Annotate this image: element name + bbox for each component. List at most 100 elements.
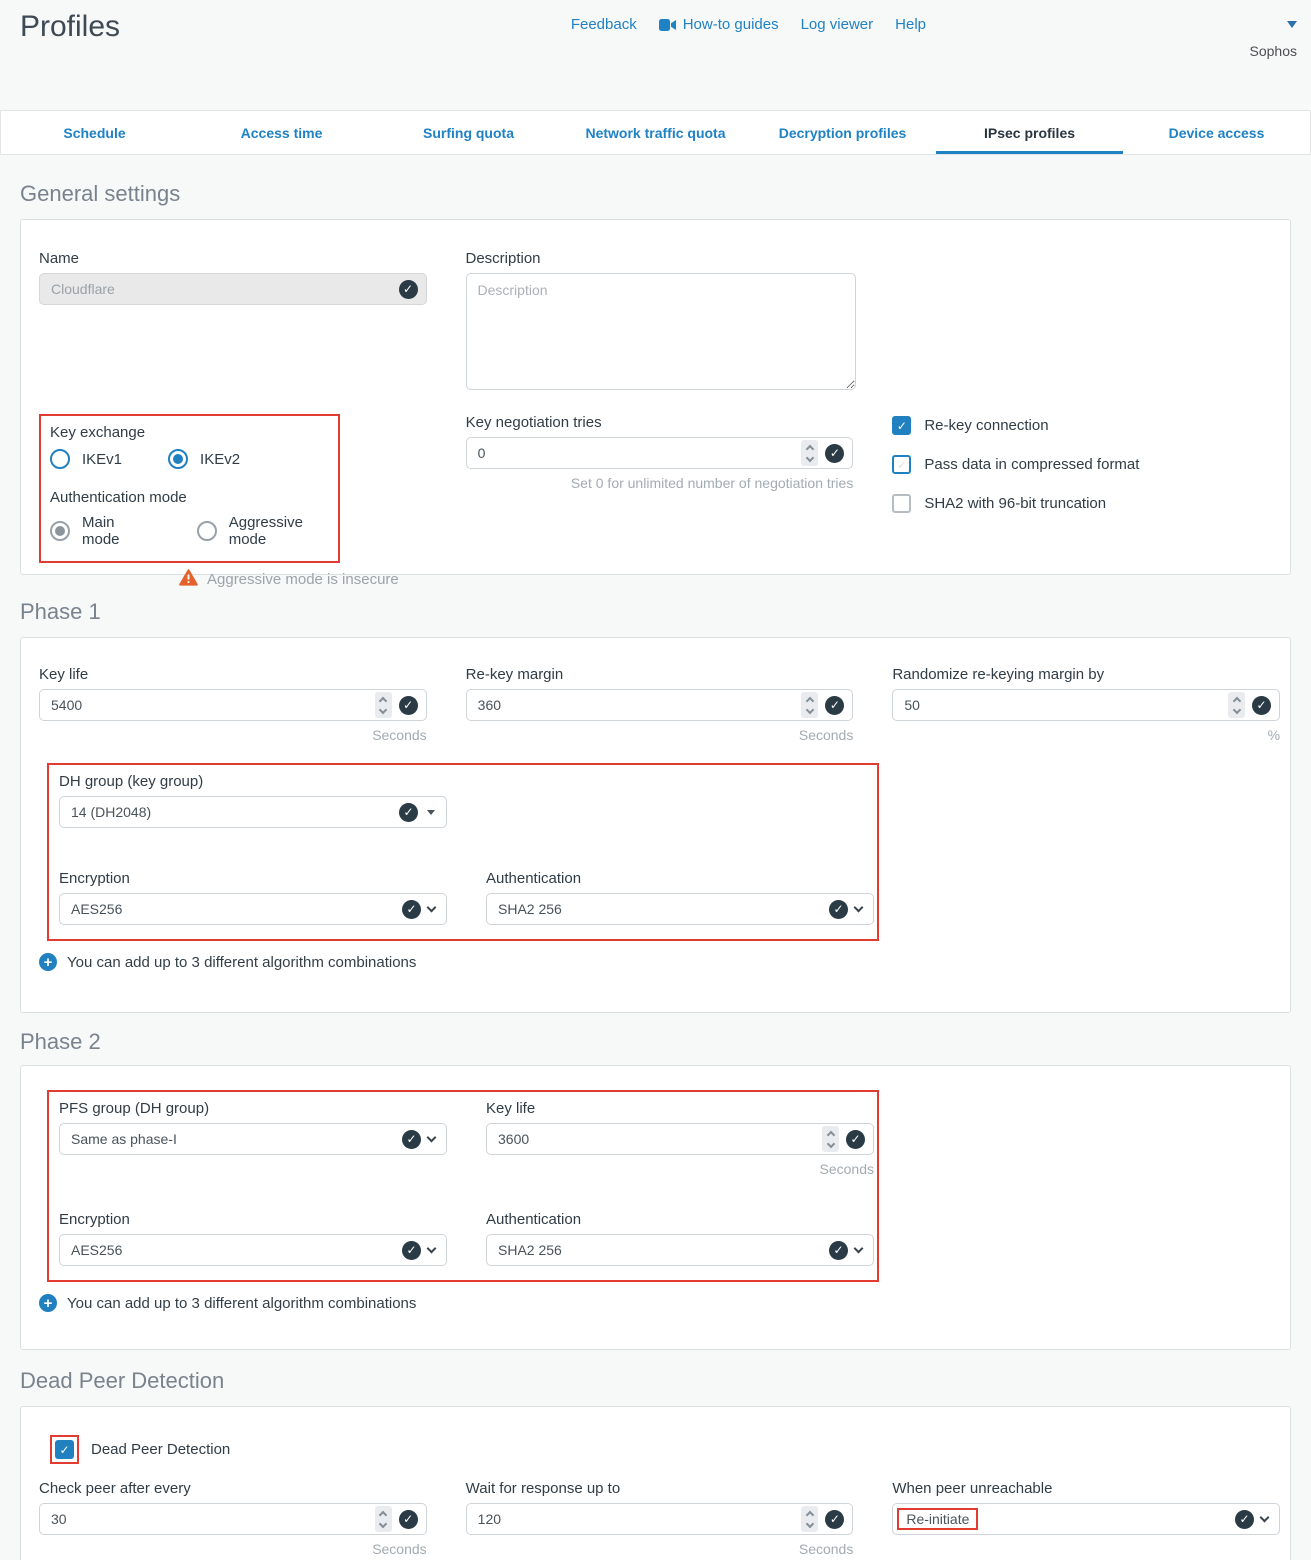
tab-device-access[interactable]: Device access: [1123, 111, 1310, 154]
valid-check-icon: ✓: [399, 803, 418, 822]
wait-response-input[interactable]: 120 ✓: [466, 1503, 854, 1535]
number-stepper[interactable]: [375, 1506, 392, 1532]
sha2-truncation-checkbox-row[interactable]: ✓ SHA2 with 96-bit truncation: [892, 494, 1280, 513]
number-stepper[interactable]: [1228, 692, 1245, 718]
add-combination-icon[interactable]: +: [39, 953, 57, 971]
number-stepper[interactable]: [801, 440, 818, 466]
chevron-down-icon[interactable]: [1287, 21, 1297, 33]
log-viewer-link[interactable]: Log viewer: [801, 16, 874, 33]
compressed-format-checkbox[interactable]: ✓: [892, 455, 911, 474]
howto-guides-link[interactable]: How-to guides: [659, 16, 779, 33]
check-peer-input[interactable]: 30 ✓: [39, 1503, 427, 1535]
tab-schedule[interactable]: Schedule: [1, 111, 188, 154]
page-title: Profiles: [20, 10, 120, 44]
tab-decryption-profiles[interactable]: Decryption profiles: [749, 111, 936, 154]
input-value: 5400: [51, 697, 375, 713]
key-negotiation-field: Key negotiation tries 0 ✓ Set 0 for unli…: [466, 414, 854, 590]
description-input[interactable]: [466, 273, 856, 390]
valid-check-icon: ✓: [1252, 696, 1271, 715]
select-value: AES256: [71, 901, 402, 917]
rekey-connection-checkbox-row[interactable]: ✓ Re-key connection: [892, 416, 1280, 435]
howto-guides-label: How-to guides: [683, 16, 779, 33]
key-negotiation-help: Set 0 for unlimited number of negotiatio…: [466, 475, 854, 491]
number-stepper[interactable]: [375, 692, 392, 718]
tab-network-traffic-quota[interactable]: Network traffic quota: [562, 111, 749, 154]
radio-aggressive-mode[interactable]: [197, 521, 217, 541]
chevron-down-icon: [427, 1244, 437, 1254]
check-peer-label: Check peer after every: [39, 1480, 427, 1497]
key-negotiation-input[interactable]: 0 ✓: [466, 437, 854, 469]
valid-check-icon: ✓: [402, 1241, 421, 1260]
radio-ikev1[interactable]: [50, 449, 70, 469]
dh-group-select[interactable]: 14 (DH2048) ✓: [59, 796, 447, 828]
profile-tabs: Schedule Access time Surfing quota Netwo…: [0, 110, 1311, 155]
topbar-right: Feedback How-to guides Log viewer Help S…: [571, 14, 1297, 59]
brand-label: Sophos: [1250, 43, 1297, 59]
tab-surfing-quota[interactable]: Surfing quota: [375, 111, 562, 154]
dh-group-label: DH group (key group): [59, 773, 447, 790]
rekey-connection-label: Re-key connection: [924, 417, 1048, 434]
phase1-key-life-field: Key life 5400 ✓ Seconds: [39, 666, 427, 743]
number-stepper[interactable]: [801, 692, 818, 718]
tab-access-time[interactable]: Access time: [188, 111, 375, 154]
name-label: Name: [39, 250, 427, 267]
select-value: Same as phase-I: [71, 1131, 402, 1147]
rekey-margin-input[interactable]: 360 ✓: [466, 689, 854, 721]
name-field: Name Cloudflare ✓: [39, 250, 427, 394]
phase1-algorithms-annotation-box: DH group (key group) 14 (DH2048) ✓ Encry…: [47, 763, 879, 941]
valid-check-icon: ✓: [1235, 1510, 1254, 1529]
phase2-encryption-select[interactable]: AES256 ✓: [59, 1234, 447, 1266]
help-link[interactable]: Help: [895, 16, 926, 33]
input-value: 3600: [498, 1131, 822, 1147]
valid-check-icon: ✓: [399, 280, 418, 299]
phase1-authentication-select[interactable]: SHA2 256 ✓: [486, 893, 874, 925]
feedback-link[interactable]: Feedback: [571, 16, 637, 33]
number-stepper[interactable]: [822, 1126, 839, 1152]
valid-check-icon: ✓: [402, 900, 421, 919]
pfs-group-select[interactable]: Same as phase-I ✓: [59, 1123, 447, 1155]
input-value: 120: [478, 1511, 802, 1527]
input-value: 0: [478, 445, 802, 461]
valid-check-icon: ✓: [829, 900, 848, 919]
topbar: Profiles Feedback How-to guides Log view…: [0, 0, 1311, 110]
general-settings-panel: Name Cloudflare ✓ Description Key exchan…: [20, 219, 1291, 575]
check-peer-field: Check peer after every 30 ✓ Seconds: [39, 1480, 427, 1557]
valid-check-icon: ✓: [825, 1510, 844, 1529]
encryption-label: Encryption: [59, 1211, 447, 1228]
input-value: 30: [51, 1511, 375, 1527]
valid-check-icon: ✓: [846, 1130, 865, 1149]
radio-main-mode[interactable]: [50, 521, 70, 541]
add-combination-icon[interactable]: +: [39, 1294, 57, 1312]
phase1-encryption-select[interactable]: AES256 ✓: [59, 893, 447, 925]
phase2-heading: Phase 2: [20, 1029, 1311, 1055]
sha2-truncation-checkbox[interactable]: ✓: [892, 494, 911, 513]
rekey-connection-checkbox[interactable]: ✓: [892, 416, 911, 435]
compressed-format-label: Pass data in compressed format: [924, 456, 1139, 473]
unit-label: Seconds: [466, 727, 854, 743]
chevron-down-icon: [1260, 1513, 1270, 1523]
dpd-heading: Dead Peer Detection: [20, 1368, 1311, 1394]
phase2-algorithms-annotation-box: PFS group (DH group) Same as phase-I ✓ K…: [47, 1090, 879, 1282]
phase2-authentication-select[interactable]: SHA2 256 ✓: [486, 1234, 874, 1266]
phase2-key-life-input[interactable]: 3600 ✓: [486, 1123, 874, 1155]
tab-ipsec-profiles[interactable]: IPsec profiles: [936, 111, 1123, 154]
aggressive-mode-warning: Aggressive mode is insecure: [207, 571, 399, 588]
when-unreachable-select[interactable]: Re-initiate ✓: [892, 1503, 1280, 1535]
radio-ikev2[interactable]: [168, 449, 188, 469]
phase1-heading: Phase 1: [20, 599, 1311, 625]
dpd-checkbox[interactable]: ✓: [55, 1440, 74, 1459]
account-selector[interactable]: [948, 14, 1297, 35]
number-stepper[interactable]: [801, 1506, 818, 1532]
phase2-key-life-field: Key life 3600 ✓ Seconds: [486, 1100, 874, 1177]
phase2-encryption-field: Encryption AES256 ✓: [59, 1211, 447, 1266]
key-negotiation-label: Key negotiation tries: [466, 414, 854, 431]
name-value: Cloudflare: [51, 281, 399, 297]
chevron-down-icon: [427, 1133, 437, 1143]
key-life-input[interactable]: 5400 ✓: [39, 689, 427, 721]
compressed-format-checkbox-row[interactable]: ✓ Pass data in compressed format: [892, 455, 1280, 474]
auth-mode-label: Authentication mode: [50, 489, 338, 506]
randomize-margin-input[interactable]: 50 ✓: [892, 689, 1280, 721]
unit-label: Seconds: [39, 1541, 427, 1557]
unit-label: Seconds: [486, 1161, 874, 1177]
valid-check-icon: ✓: [399, 1510, 418, 1529]
